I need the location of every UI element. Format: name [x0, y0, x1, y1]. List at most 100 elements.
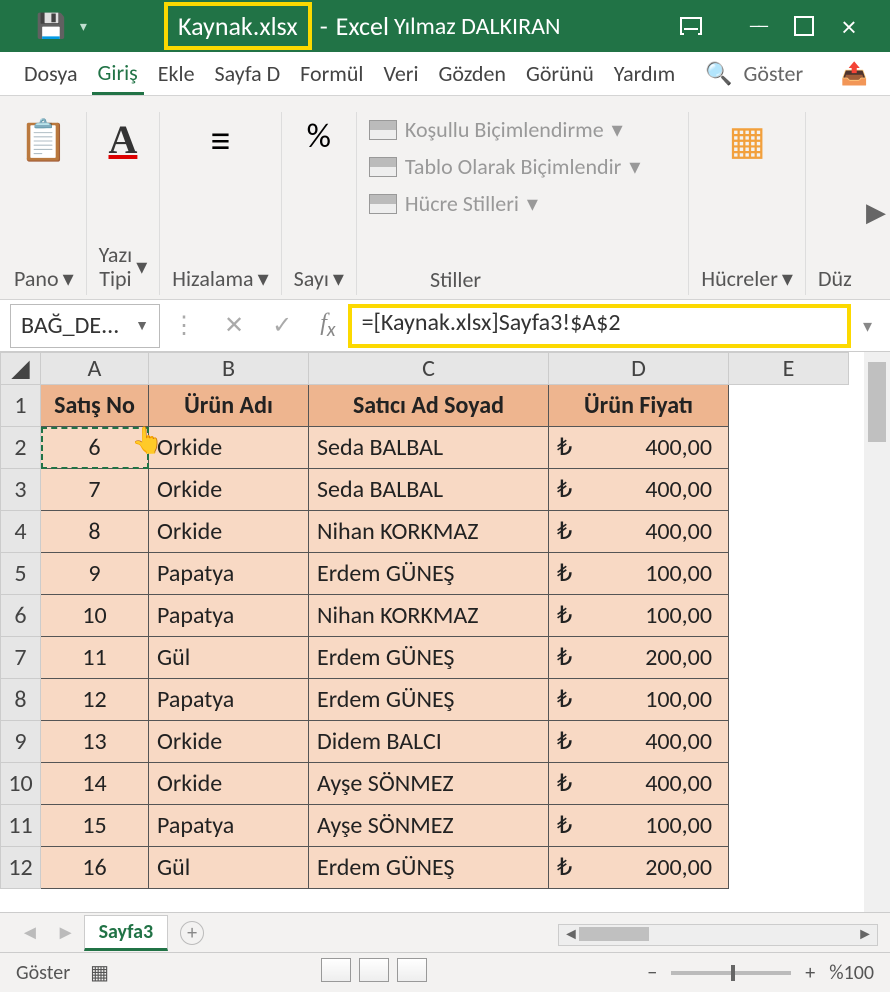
zoom-in-button[interactable]: +	[805, 961, 815, 985]
format-as-table-button[interactable]: Tablo Olarak Biçimlendir ▾	[369, 153, 640, 180]
chevron-down-icon[interactable]: ▾	[136, 255, 147, 279]
cell[interactable]: ₺200,00	[549, 847, 729, 889]
close-button[interactable]: ×	[842, 9, 856, 44]
horizontal-scrollbar[interactable]: ◄►	[558, 924, 878, 946]
share-icon[interactable]: 📤	[835, 54, 874, 93]
cell[interactable]: 11	[41, 637, 149, 679]
col-header-d[interactable]: D	[549, 353, 729, 385]
tab-view[interactable]: Görünü	[520, 54, 600, 93]
cell[interactable]	[729, 595, 849, 637]
row-header[interactable]: 10	[1, 763, 41, 805]
cell-styles-button[interactable]: Hücre Stilleri ▾	[369, 190, 538, 217]
col-header-a[interactable]: A	[41, 353, 149, 385]
cell[interactable]: Erdem GÜNEŞ	[309, 847, 549, 889]
row-header[interactable]: 11	[1, 805, 41, 847]
cell[interactable]: Nihan KORKMAZ	[309, 511, 549, 553]
minimize-button[interactable]: ──	[750, 14, 766, 38]
cell[interactable]: 10	[41, 595, 149, 637]
fx-icon[interactable]: fx	[320, 310, 335, 342]
cell[interactable]: Orkide	[149, 721, 309, 763]
cell[interactable]: ₺400,00	[549, 721, 729, 763]
cell[interactable]: 14	[41, 763, 149, 805]
col-header-c[interactable]: C	[309, 353, 549, 385]
row-header[interactable]: 1	[1, 385, 41, 427]
ribbon-options-icon[interactable]	[680, 17, 702, 35]
cell[interactable]: Orkide	[149, 469, 309, 511]
conditional-formatting-button[interactable]: Koşullu Biçimlendirme ▾	[369, 116, 623, 143]
user-name[interactable]: Yılmaz DALKIRAN	[394, 12, 561, 41]
percent-icon[interactable]: %	[307, 116, 331, 157]
formula-input[interactable]: =[Kaynak.xlsx]Sayfa3!$A$2	[348, 304, 851, 348]
name-box[interactable]: BAĞ_DE... ▼	[10, 304, 160, 348]
chevron-down-icon[interactable]: ▾	[782, 267, 793, 291]
sheet-nav-next[interactable]: ►	[48, 921, 84, 945]
paste-icon[interactable]: 📋	[19, 116, 69, 165]
align-icon[interactable]: ≡	[210, 116, 230, 165]
cell[interactable]: Satıcı Ad Soyad	[309, 385, 549, 427]
row-header[interactable]: 6	[1, 595, 41, 637]
cell[interactable]	[729, 385, 849, 427]
vertical-scrollbar[interactable]	[864, 352, 890, 912]
cell[interactable]: 15	[41, 805, 149, 847]
cell[interactable]: Gül	[149, 637, 309, 679]
maximize-button[interactable]	[794, 16, 814, 36]
cell[interactable]: Orkide	[149, 511, 309, 553]
cell[interactable]: 9	[41, 553, 149, 595]
formula-expand-icon[interactable]: ▾	[863, 315, 880, 337]
cells-icon[interactable]: ▦	[728, 116, 766, 165]
cell[interactable]: Orkide	[149, 427, 309, 469]
cell[interactable]: ₺400,00	[549, 511, 729, 553]
cell[interactable]: 13	[41, 721, 149, 763]
chevron-down-icon[interactable]: ▾	[333, 267, 344, 291]
cell[interactable]	[729, 847, 849, 889]
cell[interactable]: Papatya	[149, 679, 309, 721]
cell[interactable]: Seda BALBAL	[309, 427, 549, 469]
cell[interactable]: ₺200,00	[549, 637, 729, 679]
tab-review[interactable]: Gözden	[433, 54, 512, 93]
cell[interactable]: 16	[41, 847, 149, 889]
cell[interactable]: Didem BALCI	[309, 721, 549, 763]
tab-help[interactable]: Yardım	[608, 54, 681, 93]
cell[interactable]	[729, 511, 849, 553]
cell[interactable]: ₺400,00	[549, 427, 729, 469]
cell[interactable]: Seda BALBAL	[309, 469, 549, 511]
cell[interactable]: ₺100,00	[549, 595, 729, 637]
new-sheet-button[interactable]: +	[180, 921, 204, 945]
row-header[interactable]: 8	[1, 679, 41, 721]
view-buttons[interactable]	[321, 958, 435, 988]
cell[interactable]: 8	[41, 511, 149, 553]
cell[interactable]: Papatya	[149, 553, 309, 595]
cell[interactable]: Ürün Fiyatı	[549, 385, 729, 427]
cell[interactable]: ₺400,00	[549, 469, 729, 511]
row-header[interactable]: 4	[1, 511, 41, 553]
row-header[interactable]: 12	[1, 847, 41, 889]
cell[interactable]: Erdem GÜNEŞ	[309, 637, 549, 679]
zoom-out-button[interactable]: −	[647, 961, 657, 985]
row-header[interactable]: 3	[1, 469, 41, 511]
tab-home[interactable]: Giriş	[92, 53, 144, 95]
cell[interactable]: 7	[41, 469, 149, 511]
cell[interactable]: ₺100,00	[549, 553, 729, 595]
cell[interactable]: ₺100,00	[549, 679, 729, 721]
cell[interactable]: Ürün Adı	[149, 385, 309, 427]
save-icon[interactable]: 💾	[36, 12, 66, 41]
cell[interactable]: Orkide	[149, 763, 309, 805]
macro-record-icon[interactable]: ▦	[90, 960, 109, 985]
tab-formulas[interactable]: Formül	[294, 54, 369, 93]
cell[interactable]	[729, 805, 849, 847]
cell[interactable]: Papatya	[149, 805, 309, 847]
tab-insert[interactable]: Ekle	[152, 54, 201, 93]
chevron-down-icon[interactable]: ▾	[258, 267, 269, 291]
cell[interactable]	[729, 469, 849, 511]
tab-data[interactable]: Veri	[377, 54, 424, 93]
cell[interactable]	[729, 721, 849, 763]
cell[interactable]: Satış No	[41, 385, 149, 427]
cell[interactable]	[729, 679, 849, 721]
font-color-icon[interactable]: A	[109, 116, 138, 163]
ribbon-overflow-icon[interactable]: ▶	[866, 196, 886, 228]
select-all-corner[interactable]: ◢	[1, 353, 41, 385]
tab-file[interactable]: Dosya	[18, 54, 84, 93]
cell[interactable]: Ayşe SÖNMEZ	[309, 763, 549, 805]
cell[interactable]: Nihan KORKMAZ	[309, 595, 549, 637]
row-header[interactable]: 2	[1, 427, 41, 469]
